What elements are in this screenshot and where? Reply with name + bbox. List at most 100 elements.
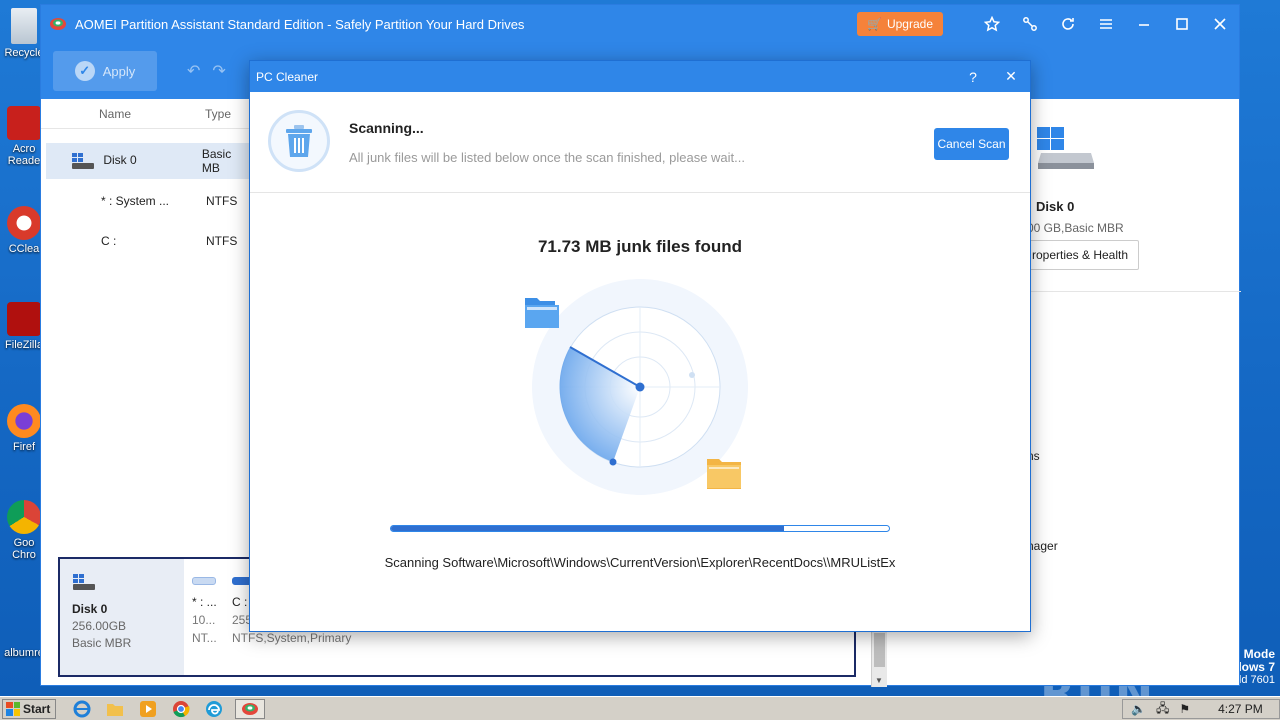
chrome-icon xyxy=(7,500,41,534)
disk-map-disk0[interactable]: Disk 0 256.00GB Basic MBR xyxy=(60,559,184,675)
properties-health-button[interactable]: roperties & Health xyxy=(1021,240,1139,270)
ccleaner-icon xyxy=(7,206,41,240)
column-name-header[interactable]: Name xyxy=(99,107,205,121)
clock[interactable]: 4:27 PM xyxy=(1218,702,1263,716)
start-button[interactable]: Start xyxy=(2,698,56,719)
part-fs: NTFS,System,Primary xyxy=(232,631,352,645)
network-icon[interactable]: 🖧 xyxy=(1156,699,1169,720)
vertical-scrollbar[interactable]: ▼ xyxy=(871,631,887,687)
partition-usage-bar xyxy=(192,577,216,585)
disk-icon xyxy=(72,153,94,169)
right-panel-disk-name: Disk 0 xyxy=(1036,199,1075,214)
media-player-taskbar-icon[interactable] xyxy=(136,699,160,719)
cancel-scan-button[interactable]: Cancel Scan xyxy=(934,128,1009,160)
right-panel-disk-info: 00 GB,Basic MBR xyxy=(1027,221,1124,235)
right-panel-option[interactable]: nager xyxy=(1027,539,1058,553)
scan-header: Scanning... All junk files will be liste… xyxy=(250,92,1030,193)
share-icon xyxy=(1023,17,1037,31)
minimize-button[interactable] xyxy=(1125,5,1163,43)
apply-button[interactable]: ✓ Apply xyxy=(53,51,157,91)
aomei-logo-icon xyxy=(50,18,66,30)
disk-map-part-system[interactable]: * : ... 10... NT... xyxy=(192,577,217,645)
part-name: * : ... xyxy=(192,595,217,609)
dialog-close-button[interactable]: ✕ xyxy=(992,68,1030,85)
scrollbar-thumb[interactable] xyxy=(874,633,885,667)
start-label: Start xyxy=(23,701,51,716)
minimize-icon xyxy=(1139,24,1149,26)
part-size: 10... xyxy=(192,613,216,627)
menu-button[interactable] xyxy=(1087,5,1125,43)
row-type: NTFS xyxy=(206,194,238,208)
chrome-taskbar-icon[interactable] xyxy=(169,699,193,719)
cart-icon: 🛒 xyxy=(867,17,882,31)
refresh-icon xyxy=(1062,18,1074,30)
app-titlebar: AOMEI Partition Assistant Standard Editi… xyxy=(41,5,1239,43)
upgrade-button[interactable]: 🛒 Upgrade xyxy=(857,12,943,36)
scroll-down-icon[interactable]: ▼ xyxy=(875,676,883,685)
disk-map-name: Disk 0 xyxy=(72,602,108,616)
disk-map-size: 256.00GB xyxy=(72,619,127,633)
scan-path-text: Scanning Software\Microsoft\Windows\Curr… xyxy=(384,555,896,570)
column-type-header[interactable]: Type xyxy=(205,107,231,121)
scan-status-subtitle: All junk files will be listed below once… xyxy=(349,150,745,165)
disk-map-type: Basic MBR xyxy=(72,636,132,650)
desktop-icon-label: Goo Chro xyxy=(12,537,36,561)
desktop-icon-label: Acro Reade xyxy=(7,143,41,167)
app-title: AOMEI Partition Assistant Standard Editi… xyxy=(75,16,525,32)
upgrade-label: Upgrade xyxy=(886,17,933,31)
row-name: Disk 0 xyxy=(103,153,137,168)
flag-icon[interactable]: ⚑ xyxy=(1179,702,1190,716)
refresh-button[interactable] xyxy=(1049,5,1087,43)
taskbar: Start 🔈 🖧 ⚑ 4:27 PM xyxy=(0,696,1280,720)
aomei-icon xyxy=(242,702,258,715)
star-button[interactable] xyxy=(973,5,1011,43)
scan-progress-bar xyxy=(390,525,890,532)
windows-logo-icon xyxy=(6,701,20,716)
scan-radar-animation xyxy=(525,279,748,495)
aomei-taskbar-icon[interactable] xyxy=(235,698,265,719)
row-type: NTFS xyxy=(206,234,238,248)
part-fs: NT... xyxy=(192,631,217,645)
explorer-taskbar-icon[interactable] xyxy=(103,699,127,719)
desktop-icon-label: CClea xyxy=(8,243,40,255)
dialog-titlebar: PC Cleaner ? ✕ xyxy=(250,61,1030,92)
pc-cleaner-dialog: PC Cleaner ? ✕ Scanning... All junk file… xyxy=(249,60,1031,632)
trash-icon xyxy=(286,125,312,157)
apply-label: Apply xyxy=(102,63,136,79)
disk-icon xyxy=(73,574,95,590)
junk-found-text: 71.73 MB junk files found xyxy=(537,237,743,256)
volume-icon[interactable]: 🔈 xyxy=(1131,702,1146,716)
partition-list-header: Name Type xyxy=(41,99,251,129)
scan-progress-fill xyxy=(391,526,785,531)
acrobat-icon xyxy=(7,106,41,140)
desktop-icon-label: albumre xyxy=(4,647,44,659)
system-tray: 🔈 🖧 ⚑ 4:27 PM xyxy=(1122,699,1280,719)
row-name-cell: Disk 0 xyxy=(46,152,202,170)
blue-folder-icon xyxy=(525,298,559,328)
redo-icon[interactable]: ↷ xyxy=(212,61,225,81)
internet-explorer-taskbar-icon[interactable] xyxy=(70,699,94,719)
dialog-title: PC Cleaner xyxy=(256,69,319,84)
filezilla-icon xyxy=(7,302,41,336)
chrome-icon xyxy=(173,700,190,717)
yellow-folder-icon xyxy=(707,459,741,489)
ie-icon xyxy=(73,700,91,717)
close-button[interactable] xyxy=(1201,5,1239,43)
desktop-icon-label: FileZilla xyxy=(5,339,43,351)
undo-icon[interactable]: ↶ xyxy=(187,61,200,81)
desktop-icon-label: Firef xyxy=(13,441,35,453)
partition-row-c[interactable]: C : NTFS xyxy=(46,223,251,259)
divider xyxy=(1021,291,1241,292)
help-button[interactable]: ? xyxy=(954,69,992,85)
maximize-button[interactable] xyxy=(1163,5,1201,43)
edge-taskbar-icon[interactable] xyxy=(202,699,226,719)
undo-redo-group: ↶ ↷ xyxy=(187,61,226,81)
row-type: Basic MB xyxy=(201,147,232,175)
trash-icon-ring xyxy=(268,110,330,172)
partition-row-disk0[interactable]: Disk 0 Basic MB xyxy=(46,143,251,179)
partition-row-system[interactable]: * : System ... NTFS xyxy=(46,183,251,219)
scan-status-title: Scanning... xyxy=(349,120,424,136)
share-button[interactable] xyxy=(1011,5,1049,43)
hard-disk-icon xyxy=(1037,127,1094,169)
folder-icon xyxy=(107,703,123,716)
